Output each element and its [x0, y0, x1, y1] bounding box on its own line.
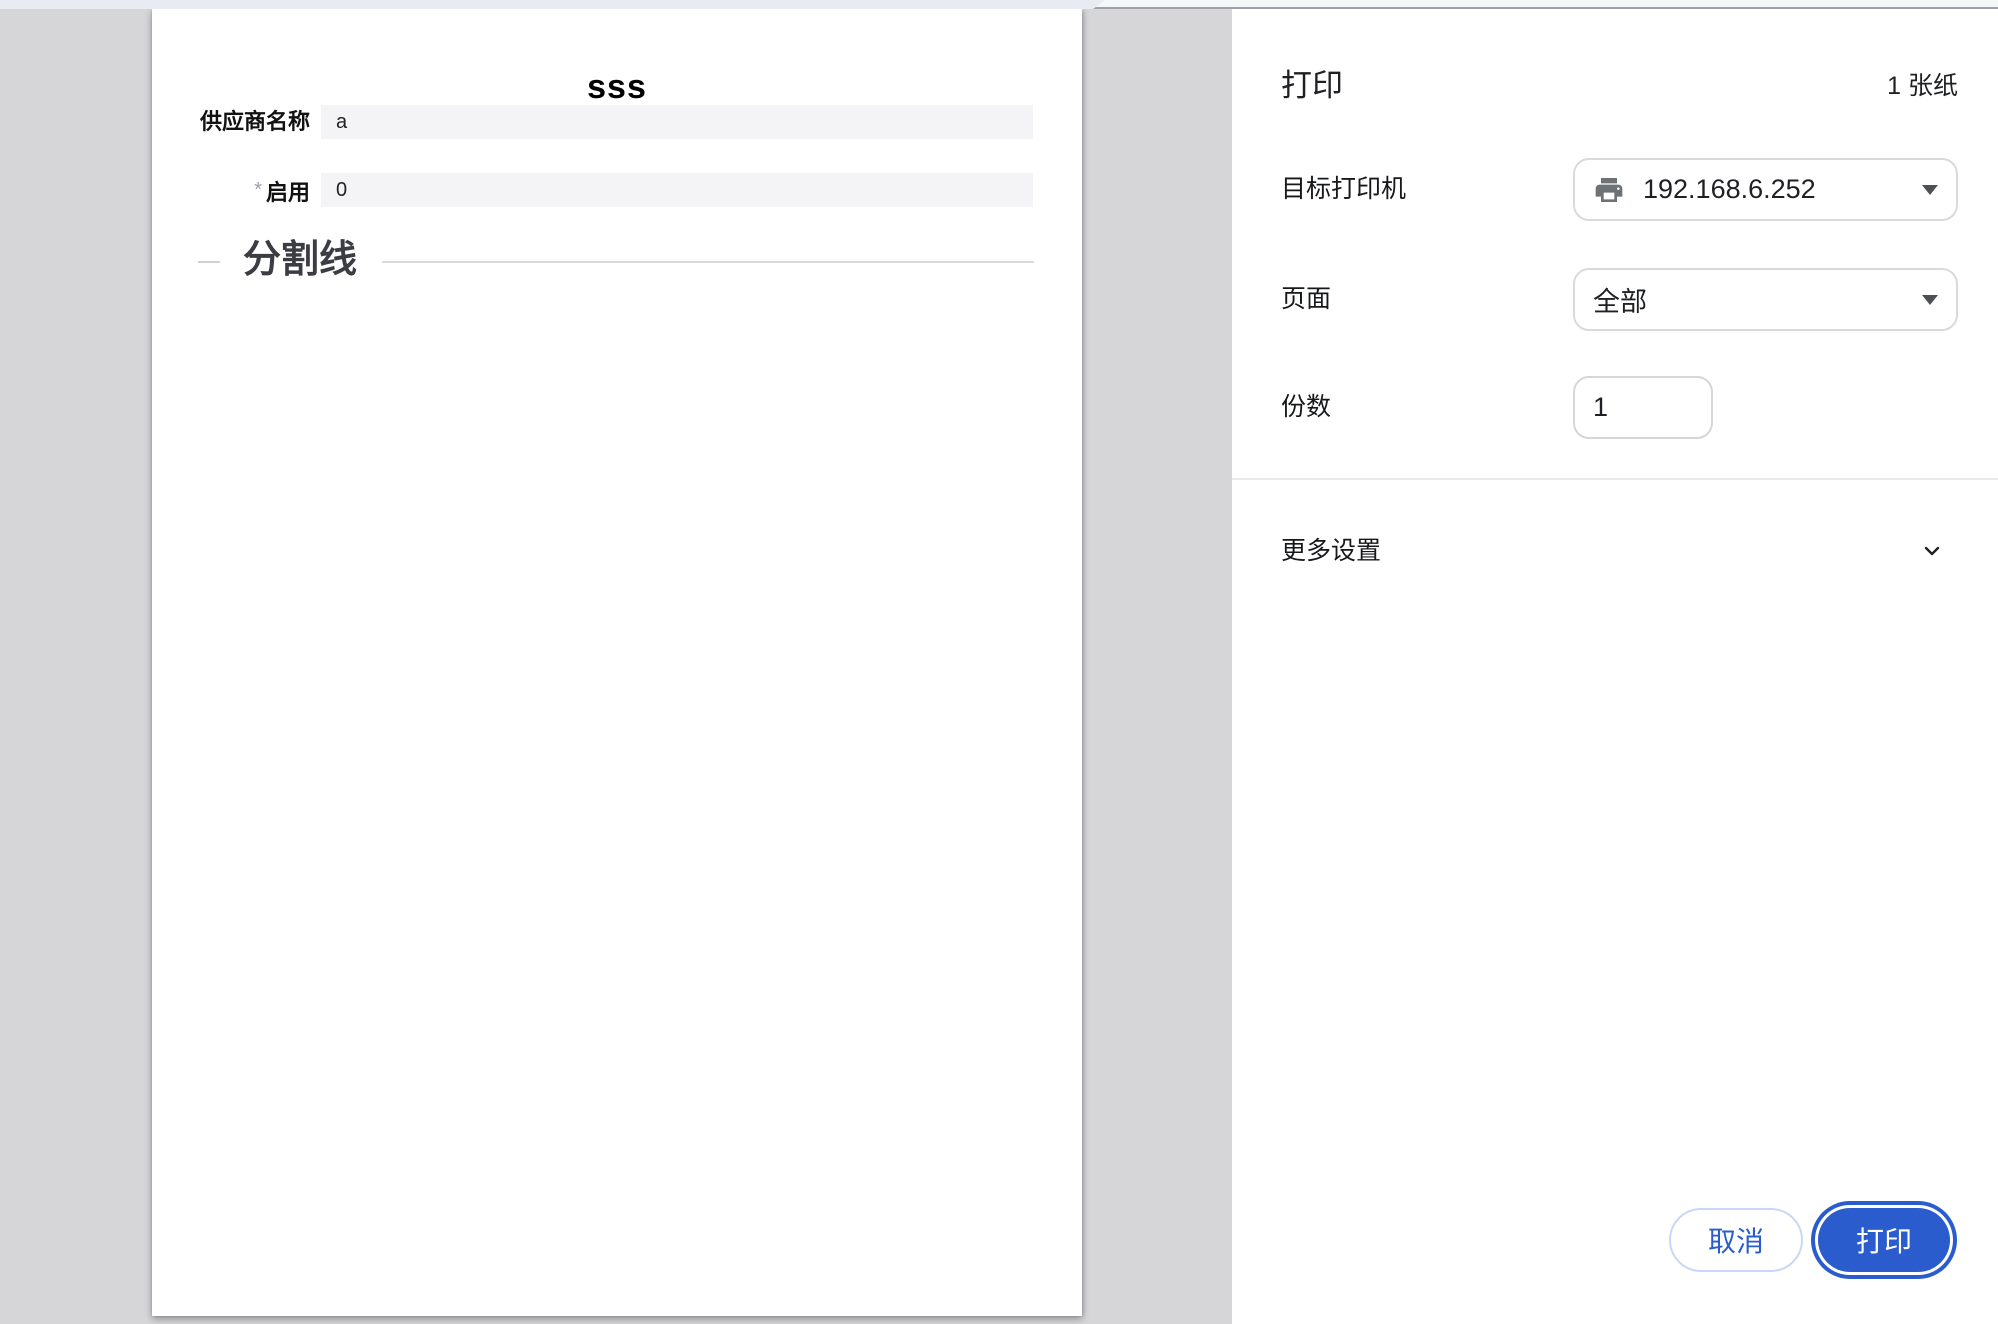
- sheet-count: 1 张纸: [1887, 71, 1958, 101]
- more-settings-row[interactable]: 更多设置: [1232, 521, 1998, 581]
- copies-label: 份数: [1281, 376, 1331, 439]
- enabled-value-text: 0: [336, 179, 347, 202]
- document-title: sss: [152, 68, 1082, 107]
- divider-left-dash: [198, 261, 220, 263]
- settings-divider: [1232, 478, 1998, 480]
- browser-top-strip: [0, 0, 1998, 9]
- copies-input[interactable]: [1573, 376, 1713, 439]
- pages-select[interactable]: 全部: [1573, 268, 1958, 331]
- supplier-name-label: 供应商名称: [152, 105, 310, 139]
- form-row-supplier: 供应商名称 a: [152, 105, 1082, 139]
- dropdown-caret-icon: [1922, 185, 1938, 195]
- cancel-button[interactable]: 取消: [1669, 1208, 1803, 1272]
- enabled-value: 0: [321, 173, 1033, 207]
- print-preview-area[interactable]: sss 供应商名称 a *启用 0 分割线: [0, 9, 1232, 1324]
- pages-label: 页面: [1281, 268, 1331, 331]
- supplier-name-value-text: a: [336, 111, 347, 134]
- supplier-name-label-text: 供应商名称: [200, 109, 310, 134]
- divider-right-line: [382, 261, 1034, 263]
- print-button[interactable]: 打印: [1818, 1208, 1950, 1272]
- printer-icon: [1593, 174, 1625, 206]
- destination-label: 目标打印机: [1281, 158, 1406, 221]
- destination-select[interactable]: 192.168.6.252: [1573, 158, 1958, 221]
- enabled-label-text: 启用: [266, 180, 310, 205]
- pages-value: 全部: [1593, 280, 1647, 319]
- print-dialog-panel: 打印 1 张纸 目标打印机 192.168.6.252 页面 全部 份数 更多设…: [1232, 9, 1998, 1324]
- divider-title: 分割线: [243, 237, 357, 283]
- destination-value: 192.168.6.252: [1643, 174, 1816, 205]
- more-settings-label: 更多设置: [1281, 521, 1381, 581]
- preview-page: sss 供应商名称 a *启用 0 分割线: [152, 9, 1082, 1316]
- chevron-down-icon: [1920, 539, 1944, 563]
- dialog-button-row: 取消 打印: [1669, 1208, 1950, 1272]
- dialog-title: 打印: [1281, 64, 1343, 108]
- enabled-label: *启用: [152, 173, 310, 207]
- required-asterisk: *: [254, 179, 262, 201]
- supplier-name-value: a: [321, 105, 1033, 139]
- browser-tab-edge: [0, 0, 1105, 9]
- form-row-enabled: *启用 0: [152, 173, 1082, 207]
- section-divider: 分割线: [152, 231, 1082, 291]
- dropdown-caret-icon: [1922, 295, 1938, 305]
